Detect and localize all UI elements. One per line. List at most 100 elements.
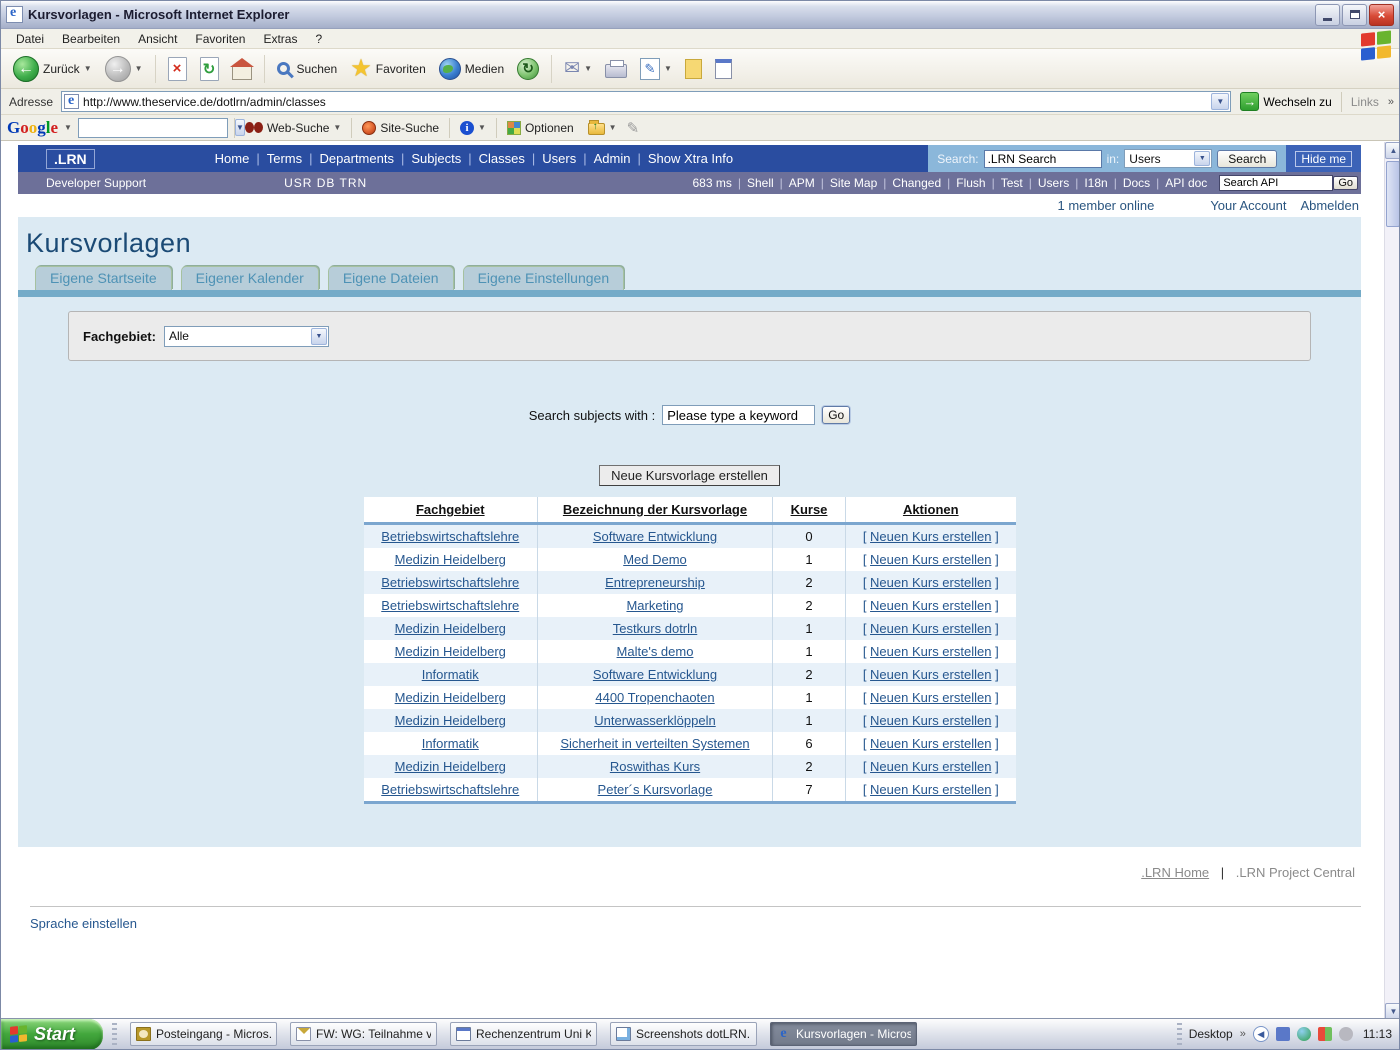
kursvorlage-link[interactable]: Sicherheit in verteilten Systemen xyxy=(560,736,749,751)
tab-eigene-einstellungen[interactable]: Eigene Einstellungen xyxy=(463,266,625,290)
minimize-button[interactable] xyxy=(1315,4,1340,26)
neuen-kurs-erstellen-link[interactable]: Neuen Kurs erstellen xyxy=(870,690,991,705)
subject-search-go-button[interactable]: Go xyxy=(822,406,850,424)
menu-item-datei[interactable]: Datei xyxy=(7,30,53,48)
menu-item-[interactable]: ? xyxy=(306,30,331,48)
logout-link[interactable]: Abmelden xyxy=(1300,198,1359,213)
menu-item-ansicht[interactable]: Ansicht xyxy=(129,30,186,48)
fachgebiet-select[interactable]: Alle ▼ xyxy=(164,326,329,347)
back-dropdown-icon[interactable]: ▼ xyxy=(84,64,92,73)
home-button[interactable] xyxy=(228,56,256,82)
fachgebiet-link[interactable]: Medizin Heidelberg xyxy=(395,759,506,774)
scrollbar-thumb[interactable] xyxy=(1386,161,1400,227)
desktop-toolbar-handle[interactable] xyxy=(1177,1023,1182,1046)
taskbar-task-screenshots-dotlrn[interactable]: Screenshots dotLRN.... xyxy=(610,1022,757,1046)
kursvorlage-link[interactable]: Software Entwicklung xyxy=(593,667,717,682)
devbar-link-changed[interactable]: Changed xyxy=(892,176,941,190)
kursvorlage-link[interactable]: Peter´s Kursvorlage xyxy=(598,782,713,797)
history-button[interactable]: ↻ xyxy=(513,56,543,82)
column-header-kurse[interactable]: Kurse xyxy=(773,497,846,524)
hide-tray-icons-button[interactable]: ◀ xyxy=(1253,1026,1269,1042)
lrn-logo[interactable]: .LRN xyxy=(46,149,95,169)
subject-search-input[interactable] xyxy=(662,405,815,425)
info-dropdown-icon[interactable]: ▼ xyxy=(478,123,486,132)
search-scope-select[interactable]: Users ▼ xyxy=(1124,149,1212,168)
lrn-nav-terms[interactable]: Terms xyxy=(267,151,302,166)
neuen-kurs-erstellen-link[interactable]: Neuen Kurs erstellen xyxy=(870,529,991,544)
kursvorlage-link[interactable]: Roswithas Kurs xyxy=(610,759,700,774)
vertical-scrollbar[interactable]: ▲ ▼ xyxy=(1384,142,1400,1020)
chevron-icon[interactable]: » xyxy=(1240,1028,1246,1040)
menu-item-bearbeiten[interactable]: Bearbeiten xyxy=(53,30,129,48)
neuen-kurs-erstellen-link[interactable]: Neuen Kurs erstellen xyxy=(870,621,991,636)
media-button[interactable]: Medien xyxy=(435,56,508,82)
kursvorlage-link[interactable]: Testkurs dotrln xyxy=(613,621,698,636)
neuen-kurs-erstellen-link[interactable]: Neuen Kurs erstellen xyxy=(870,667,991,682)
tray-volume-icon[interactable] xyxy=(1339,1027,1353,1041)
neuen-kurs-erstellen-link[interactable]: Neuen Kurs erstellen xyxy=(870,644,991,659)
neuen-kurs-erstellen-link[interactable]: Neuen Kurs erstellen xyxy=(870,759,991,774)
fachgebiet-link[interactable]: Medizin Heidelberg xyxy=(395,644,506,659)
kursvorlage-link[interactable]: Unterwasserklöppeln xyxy=(594,713,715,728)
api-go-button[interactable]: Go xyxy=(1333,176,1358,190)
google-dropdown-icon[interactable]: ▼ xyxy=(64,123,72,132)
taskbar-task-posteingang-micros[interactable]: Posteingang - Micros... xyxy=(130,1022,277,1046)
menu-item-extras[interactable]: Extras xyxy=(254,30,306,48)
hide-me-link[interactable]: Hide me xyxy=(1295,151,1352,167)
search-button[interactable]: Suchen xyxy=(273,60,342,78)
fachgebiet-link[interactable]: Betriebswirtschaftslehre xyxy=(381,575,519,590)
fachgebiet-link[interactable]: Medizin Heidelberg xyxy=(395,713,506,728)
tab-eigene-startseite[interactable]: Eigene Startseite xyxy=(35,266,172,290)
tab-eigene-dateien[interactable]: Eigene Dateien xyxy=(328,266,454,290)
links-toolbar[interactable]: Links xyxy=(1347,95,1383,109)
options-button[interactable]: Optionen xyxy=(503,119,578,137)
web-search-button[interactable]: Web-Suche ▼ xyxy=(241,119,345,137)
folder-up-button[interactable]: ▼ xyxy=(584,118,621,137)
lrn-nav-classes[interactable]: Classes xyxy=(479,151,525,166)
fachgebiet-link[interactable]: Informatik xyxy=(422,736,479,751)
web-search-dropdown-icon[interactable]: ▼ xyxy=(333,123,341,132)
site-search-button[interactable]: Site-Suche xyxy=(358,119,443,137)
fachgebiet-link[interactable]: Medizin Heidelberg xyxy=(395,552,506,567)
close-button[interactable]: × xyxy=(1369,4,1394,26)
mail-button[interactable]: ✉▼ xyxy=(560,55,596,82)
fachgebiet-link[interactable]: Betriebswirtschaftslehre xyxy=(381,598,519,613)
tray-update-icon[interactable] xyxy=(1318,1027,1332,1041)
kursvorlage-link[interactable]: Software Entwicklung xyxy=(593,529,717,544)
desktop-toolbar-label[interactable]: Desktop xyxy=(1189,1027,1233,1041)
print-button[interactable] xyxy=(601,57,631,80)
taskbar-task-rechenzentrum-uni-k[interactable]: Rechenzentrum Uni K... xyxy=(450,1022,597,1046)
devbar-link-apm[interactable]: APM xyxy=(789,176,815,190)
lrn-search-button[interactable]: Search xyxy=(1217,150,1277,168)
folder-dropdown-icon[interactable]: ▼ xyxy=(609,123,617,132)
devbar-link-site-map[interactable]: Site Map xyxy=(830,176,877,190)
address-input[interactable] xyxy=(83,95,1210,109)
fachgebiet-link[interactable]: Betriebswirtschaftslehre xyxy=(381,782,519,797)
start-button[interactable]: Start xyxy=(1,1019,103,1050)
devbar-link-docs[interactable]: Docs xyxy=(1123,176,1150,190)
chevron-icon[interactable]: » xyxy=(1388,96,1394,108)
back-button[interactable]: ← Zurück ▼ xyxy=(9,54,96,84)
refresh-button[interactable]: ↻ xyxy=(196,55,223,83)
kursvorlage-link[interactable]: 4400 Tropenchaoten xyxy=(595,690,714,705)
devbar-link-flush[interactable]: Flush xyxy=(956,176,985,190)
lrn-nav-subjects[interactable]: Subjects xyxy=(411,151,461,166)
neuen-kurs-erstellen-link[interactable]: Neuen Kurs erstellen xyxy=(870,713,991,728)
neuen-kurs-erstellen-link[interactable]: Neuen Kurs erstellen xyxy=(870,598,991,613)
set-language-link[interactable]: Sprache einstellen xyxy=(30,916,137,931)
neuen-kurs-erstellen-link[interactable]: Neuen Kurs erstellen xyxy=(870,575,991,590)
google-search-input[interactable] xyxy=(79,121,234,135)
page-info-button[interactable]: i ▼ xyxy=(456,119,490,137)
lrn-nav-show-xtra-info[interactable]: Show Xtra Info xyxy=(648,151,733,166)
edit-dropdown-icon[interactable]: ▼ xyxy=(664,64,672,73)
lrn-nav-users[interactable]: Users xyxy=(542,151,576,166)
taskbar-task-fw-wg-teilnahme-v[interactable]: FW: WG: Teilnahme v... xyxy=(290,1022,437,1046)
scroll-up-icon[interactable]: ▲ xyxy=(1385,142,1400,159)
tray-network-icon[interactable] xyxy=(1297,1027,1311,1041)
forward-button[interactable]: → ▼ xyxy=(101,54,147,84)
devbar-link-api-doc[interactable]: API doc xyxy=(1165,176,1207,190)
column-header-fachgebiet[interactable]: Fachgebiet xyxy=(364,497,538,524)
lrn-nav-departments[interactable]: Departments xyxy=(320,151,394,166)
restore-button[interactable] xyxy=(1342,4,1367,26)
menu-item-favoriten[interactable]: Favoriten xyxy=(186,30,254,48)
